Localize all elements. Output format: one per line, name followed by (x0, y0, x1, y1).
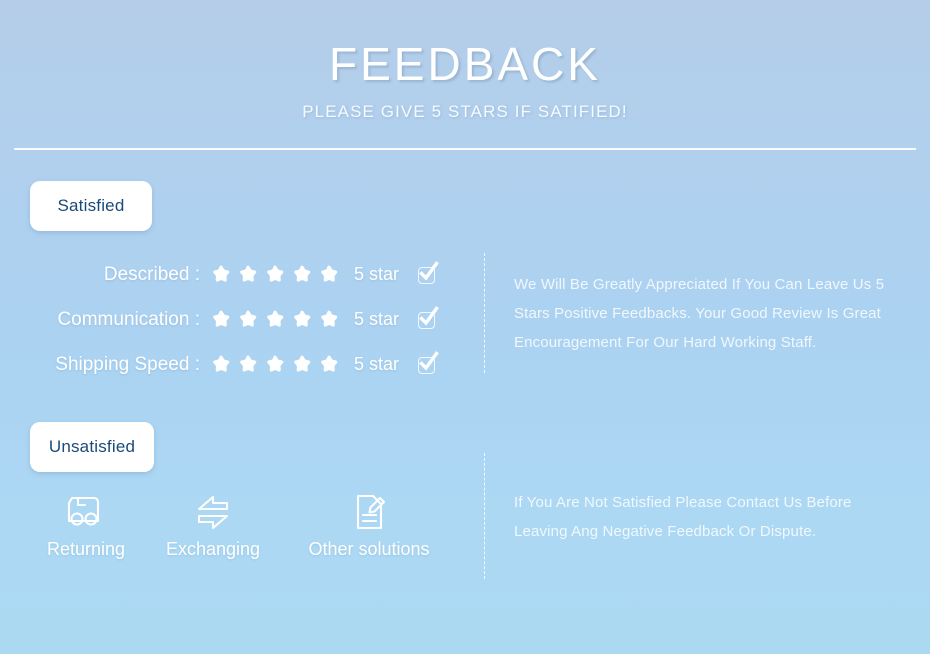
satisfied-section-divider (484, 253, 485, 373)
truck-icon (64, 489, 108, 534)
unsatisfied-button-label: Unsatisfied (48, 437, 136, 456)
star-icon (213, 354, 230, 372)
star-icon (267, 264, 284, 282)
feedback-banner: FEEDBACK PLEASE GIVE 5 STARS IF SATIFIED… (0, 0, 930, 654)
rating-value: 5 star (354, 309, 400, 329)
star-rating[interactable] (210, 264, 345, 286)
satisfied-button-label: Satisfied (57, 196, 125, 215)
check-icon (419, 305, 439, 326)
star-icon (213, 309, 230, 327)
solution-item-exchanging[interactable]: Exchanging (142, 489, 284, 560)
rating-label: Shipping Speed : (55, 353, 200, 375)
rating-value: 5 star (354, 264, 400, 284)
star-icon (321, 264, 338, 282)
star-icon (294, 309, 311, 327)
star-icon (267, 354, 284, 372)
solutions-list: Returning Exchanging Other solutions (30, 489, 470, 560)
star-rating[interactable] (210, 354, 345, 376)
rating-row: Shipping Speed : 5 star (0, 342, 460, 387)
rating-label: Described : (103, 263, 200, 285)
unsatisfied-section-divider (484, 453, 485, 579)
solution-item-returning[interactable]: Returning (30, 489, 142, 560)
rating-label: Communication : (57, 308, 200, 330)
star-icon (240, 264, 257, 282)
exchange-arrows-icon (191, 489, 235, 534)
rating-checkbox[interactable] (418, 350, 440, 376)
rating-row: Described : 5 star (0, 252, 460, 297)
star-icon (321, 309, 338, 327)
star-icon (294, 264, 311, 282)
satisfied-note: We Will Be Greatly Appreciated If You Ca… (514, 276, 885, 351)
star-icon (267, 309, 284, 327)
satisfied-button[interactable]: Satisfied (30, 181, 152, 231)
solution-item-other-solutions[interactable]: Other solutions (284, 489, 454, 560)
star-icon (240, 309, 257, 327)
document-pencil-icon (347, 489, 391, 534)
check-icon (419, 350, 439, 371)
solution-label: Returning (46, 539, 126, 559)
rating-checkbox[interactable] (418, 305, 440, 331)
solution-label: Other solutions (308, 539, 430, 559)
star-rating[interactable] (210, 309, 345, 331)
star-icon (321, 354, 338, 372)
check-icon (419, 260, 439, 281)
star-icon (294, 354, 311, 372)
rating-value: 5 star (354, 354, 400, 374)
rating-checkbox[interactable] (418, 260, 440, 286)
unsatisfied-button[interactable]: Unsatisfied (30, 422, 154, 472)
header: FEEDBACK PLEASE GIVE 5 STARS IF SATIFIED… (0, 0, 930, 124)
star-icon (240, 354, 257, 372)
rating-row: Communication : 5 star (0, 297, 460, 342)
page-subtitle: PLEASE GIVE 5 STARS IF SATIFIED! (302, 102, 628, 121)
page-title: FEEDBACK (329, 38, 601, 90)
solution-label: Exchanging (165, 539, 261, 559)
unsatisfied-note: If You Are Not Satisfied Please Contact … (514, 494, 852, 540)
header-divider (14, 148, 916, 150)
star-icon (213, 264, 230, 282)
ratings-list: Described : 5 star Communication : 5 sta… (0, 252, 460, 387)
